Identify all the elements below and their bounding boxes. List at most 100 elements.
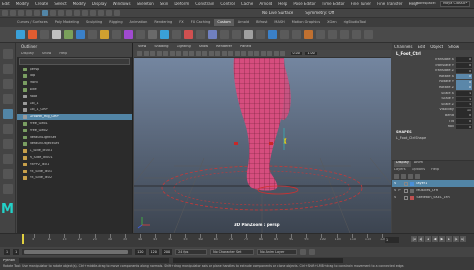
shelf-tab[interactable]: Poly Modeling	[51, 19, 82, 26]
last-tool-icon[interactable]	[2, 139, 13, 149]
menu-item[interactable]: Display	[92, 2, 107, 6]
range-slider[interactable]	[22, 249, 133, 255]
smooth-shade-icon[interactable]	[208, 51, 214, 56]
end-time-2-field[interactable]: 200	[161, 249, 173, 255]
outliner-row[interactable]: Free_Geo1	[17, 120, 132, 127]
shelf-tab[interactable]: Sculpting	[82, 19, 106, 26]
character-set-select[interactable]: No Character Set	[210, 249, 255, 255]
layer-row[interactable]: V Skeleton_SKEL_LYR	[392, 194, 474, 201]
layer-editor-tab[interactable]: Display	[394, 161, 411, 167]
layer-color-swatch[interactable]	[410, 195, 415, 200]
layer-playback-toggle[interactable]	[404, 181, 409, 186]
shelf-tab[interactable]: XGen	[324, 19, 340, 26]
shelf-tool-icon[interactable]	[64, 30, 73, 39]
layer-menu-item[interactable]: Help	[431, 168, 439, 172]
outliner-row[interactable]: front	[17, 80, 132, 87]
outliner-row[interactable]: defaultObjectSet	[17, 141, 132, 148]
shape-name[interactable]: L_Foot_CtrlShape	[392, 136, 474, 142]
knee-pole-ctrl-2[interactable]	[269, 142, 273, 145]
channel-attribute-value[interactable]: 1	[456, 102, 472, 107]
channel-box-tab[interactable]: Object	[430, 45, 443, 49]
channel-attribute-value[interactable]: 0	[456, 124, 472, 130]
layer-menu-item[interactable]: Layers	[394, 168, 406, 172]
shelf-tab[interactable]: Curves / Surfaces	[14, 19, 51, 26]
shelf-tab[interactable]: Rendering	[151, 19, 176, 26]
viewport-menu-item[interactable]: Show	[199, 45, 208, 49]
time-slider-playhead[interactable]	[22, 234, 24, 244]
resolution-gate-icon[interactable]	[176, 51, 181, 56]
viewport-menu-item[interactable]: Renderer	[216, 45, 232, 49]
shelf-tool-icon[interactable]	[76, 30, 85, 39]
shelf-tool-icon[interactable]	[328, 30, 337, 39]
shelf-tool-icon[interactable]	[268, 30, 277, 39]
layer-row[interactable]: Vlayer1	[392, 180, 474, 187]
shelf-tool-icon[interactable]	[184, 30, 193, 39]
shelf-tool-icon[interactable]	[352, 30, 361, 39]
xray-joints-icon[interactable]	[280, 51, 285, 56]
step-back-frame-icon[interactable]: ◂	[425, 236, 431, 242]
new-scene-icon[interactable]	[2, 10, 8, 16]
wireframe-icon[interactable]	[202, 51, 207, 56]
ambient-occlusion-icon[interactable]	[241, 51, 246, 56]
playback-end-field[interactable]: 120	[135, 249, 146, 255]
camera-select-icon[interactable]	[137, 51, 142, 56]
layer-visibility-toggle[interactable]: V	[394, 189, 396, 193]
channel-attribute-value[interactable]: 0	[456, 113, 472, 119]
menu-item[interactable]: Skeleton	[137, 2, 154, 6]
layer-down-icon[interactable]	[401, 174, 406, 179]
select-component-icon[interactable]	[58, 10, 64, 16]
layer-menu-item[interactable]: Options	[412, 168, 426, 172]
shelf-tab[interactable]: Arnold	[234, 19, 253, 26]
current-frame-field[interactable]: 1	[385, 237, 399, 243]
new-layer-from-selection-icon[interactable]	[415, 174, 420, 179]
end-time-field[interactable]: 120	[148, 249, 159, 255]
go-to-start-icon[interactable]: |◂	[411, 236, 417, 242]
shelf-tab[interactable]: Animation	[126, 19, 151, 26]
shelf-tool-icon[interactable]	[340, 30, 349, 39]
layer-up-icon[interactable]	[394, 174, 399, 179]
shelf-tab[interactable]: FX Caching	[187, 19, 214, 26]
outliner-row[interactable]: R_Side_Ik001	[17, 154, 132, 161]
shelf-tool-icon[interactable]	[28, 30, 37, 39]
shelf-tool-icon[interactable]	[256, 30, 265, 39]
ipr-render-icon[interactable]	[106, 10, 112, 16]
channel-attribute-value[interactable]: 0	[456, 62, 472, 68]
outliner-row[interactable]: top	[17, 73, 132, 80]
layer-row[interactable]: V P Muscles_LYR	[392, 187, 474, 194]
playback-start-field[interactable]: 1	[13, 249, 20, 255]
layer-type-toggle[interactable]: P	[398, 189, 402, 193]
step-forward-frame-icon[interactable]: ▸	[446, 236, 452, 242]
shelf-tool-icon[interactable]	[124, 30, 133, 39]
isolate-select-icon[interactable]	[267, 51, 272, 56]
outliner-row[interactable]: L_Side_Ik001	[17, 148, 132, 155]
depth-of-field-icon[interactable]	[260, 51, 266, 56]
select-object-icon[interactable]	[50, 10, 56, 16]
channel-box-tab[interactable]: Show	[448, 45, 459, 49]
play-forward-icon[interactable]: ▶	[439, 236, 445, 242]
menu-item[interactable]: Arnold	[259, 2, 272, 6]
knee-pole-ctrl[interactable]	[234, 142, 238, 145]
channel-attribute-value[interactable]: 0	[456, 68, 472, 74]
snap-grid-icon[interactable]	[66, 10, 72, 16]
undo-icon[interactable]	[26, 10, 32, 16]
scale-tool-icon[interactable]	[2, 124, 13, 134]
shelf-tab[interactable]: FX	[176, 19, 187, 26]
menu-item[interactable]: Help	[278, 2, 287, 6]
gamma-field[interactable]: 1.00	[305, 51, 317, 56]
symmetry-label[interactable]: Symmetry: Off	[305, 11, 334, 15]
channel-attribute-value[interactable]: on	[456, 107, 472, 113]
shelf-tool-icon[interactable]	[40, 30, 49, 39]
menu-item[interactable]: Modify	[16, 2, 29, 6]
channel-attribute-value[interactable]: 0	[456, 118, 472, 124]
outliner-menu-item[interactable]: Help	[59, 52, 67, 56]
rotate-tool-icon[interactable]	[2, 109, 13, 119]
anti-alias-icon[interactable]	[254, 51, 259, 56]
move-tool-icon[interactable]	[2, 94, 13, 104]
channel-attribute-value[interactable]: 0	[456, 57, 472, 63]
workspace-select[interactable]: Maya Classic*	[440, 1, 470, 7]
outliner-menu-item[interactable]: Show	[42, 52, 51, 56]
render-settings-icon[interactable]	[114, 10, 120, 16]
film-gate-icon[interactable]	[169, 51, 175, 56]
shelf-tool-icon[interactable]	[208, 30, 217, 39]
step-forward-key-icon[interactable]: |▸	[453, 236, 459, 242]
